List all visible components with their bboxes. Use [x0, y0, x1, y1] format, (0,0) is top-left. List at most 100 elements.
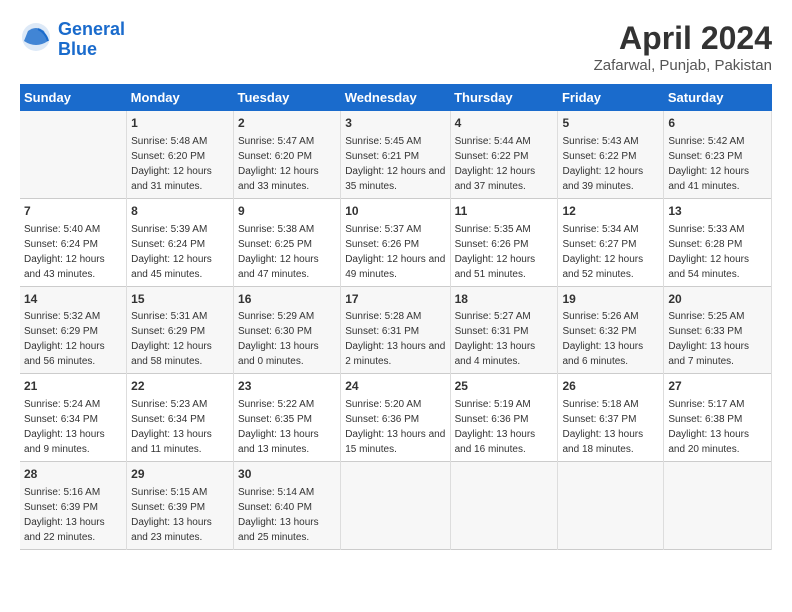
calendar-cell: 1 Sunrise: 5:48 AMSunset: 6:20 PMDaylight… — [127, 111, 234, 198]
calendar-cell: 27 Sunrise: 5:17 AMSunset: 6:38 PMDayligh… — [664, 374, 772, 462]
calendar-cell: 18 Sunrise: 5:27 AMSunset: 6:31 PMDayligh… — [450, 286, 558, 374]
day-number: 27 — [668, 378, 767, 395]
calendar-cell: 22 Sunrise: 5:23 AMSunset: 6:34 PMDayligh… — [127, 374, 234, 462]
calendar-cell: 7Sunrise: 5:40 AMSunset: 6:24 PMDaylight… — [20, 198, 127, 286]
cell-content: Sunrise: 5:33 AMSunset: 6:28 PMDaylight:… — [668, 224, 749, 280]
calendar-cell: 6 Sunrise: 5:42 AMSunset: 6:23 PMDaylight… — [664, 111, 772, 198]
cell-content: Sunrise: 5:22 AMSunset: 6:35 PMDaylight:… — [238, 399, 319, 455]
cell-content: Sunrise: 5:45 AMSunset: 6:21 PMDaylight:… — [345, 136, 445, 192]
calendar-cell: 17 Sunrise: 5:28 AMSunset: 6:31 PMDayligh… — [341, 286, 450, 374]
header-row: SundayMondayTuesdayWednesdayThursdayFrid… — [20, 84, 772, 111]
calendar-cell — [341, 462, 450, 550]
calendar-cell: 30 Sunrise: 5:14 AMSunset: 6:40 PMDayligh… — [234, 462, 341, 550]
cell-content: Sunrise: 5:29 AMSunset: 6:30 PMDaylight:… — [238, 311, 319, 367]
day-number: 25 — [455, 378, 554, 395]
day-number: 24 — [345, 378, 445, 395]
title-area: April 2024 Zafarwal, Punjab, Pakistan — [594, 20, 772, 74]
cell-content: Sunrise: 5:27 AMSunset: 6:31 PMDaylight:… — [455, 311, 536, 367]
day-number: 2 — [238, 115, 336, 132]
location: Zafarwal, Punjab, Pakistan — [594, 57, 772, 74]
cell-content: Sunrise: 5:20 AMSunset: 6:36 PMDaylight:… — [345, 399, 445, 455]
calendar-cell — [558, 462, 664, 550]
day-number: 29 — [131, 466, 229, 483]
cell-content: Sunrise: 5:28 AMSunset: 6:31 PMDaylight:… — [345, 311, 445, 367]
day-number: 28 — [24, 466, 122, 483]
day-number: 7 — [24, 203, 122, 220]
calendar-cell: 11 Sunrise: 5:35 AMSunset: 6:26 PMDayligh… — [450, 198, 558, 286]
day-number: 26 — [562, 378, 659, 395]
day-number: 14 — [24, 291, 122, 308]
cell-content: Sunrise: 5:47 AMSunset: 6:20 PMDaylight:… — [238, 136, 319, 192]
day-number: 17 — [345, 291, 445, 308]
day-number: 12 — [562, 203, 659, 220]
header-day-friday: Friday — [558, 84, 664, 111]
day-number: 11 — [455, 203, 554, 220]
day-number: 5 — [562, 115, 659, 132]
header-day-thursday: Thursday — [450, 84, 558, 111]
calendar-cell: 23Sunrise: 5:22 AMSunset: 6:35 PMDayligh… — [234, 374, 341, 462]
calendar-cell: 8 Sunrise: 5:39 AMSunset: 6:24 PMDaylight… — [127, 198, 234, 286]
logo: General Blue — [20, 20, 125, 60]
cell-content: Sunrise: 5:19 AMSunset: 6:36 PMDaylight:… — [455, 399, 536, 455]
cell-content: Sunrise: 5:32 AMSunset: 6:29 PMDaylight:… — [24, 311, 105, 367]
calendar-cell — [20, 111, 127, 198]
day-number: 4 — [455, 115, 554, 132]
cell-content: Sunrise: 5:16 AMSunset: 6:39 PMDaylight:… — [24, 487, 105, 543]
page-header: General Blue April 2024 Zafarwal, Punjab… — [20, 20, 772, 74]
cell-content: Sunrise: 5:14 AMSunset: 6:40 PMDaylight:… — [238, 487, 319, 543]
logo-line1: General — [58, 19, 125, 39]
header-day-monday: Monday — [127, 84, 234, 111]
cell-content: Sunrise: 5:39 AMSunset: 6:24 PMDaylight:… — [131, 224, 212, 280]
day-number: 30 — [238, 466, 336, 483]
calendar-cell: 9 Sunrise: 5:38 AMSunset: 6:25 PMDaylight… — [234, 198, 341, 286]
day-number: 22 — [131, 378, 229, 395]
week-row-3: 14 Sunrise: 5:32 AMSunset: 6:29 PMDayligh… — [20, 286, 772, 374]
calendar-cell — [664, 462, 772, 550]
header-day-wednesday: Wednesday — [341, 84, 450, 111]
day-number: 13 — [668, 203, 767, 220]
calendar-cell: 3Sunrise: 5:45 AMSunset: 6:21 PMDaylight… — [341, 111, 450, 198]
day-number: 10 — [345, 203, 445, 220]
calendar-cell: 16Sunrise: 5:29 AMSunset: 6:30 PMDayligh… — [234, 286, 341, 374]
calendar-cell: 2 Sunrise: 5:47 AMSunset: 6:20 PMDaylight… — [234, 111, 341, 198]
day-number: 1 — [131, 115, 229, 132]
week-row-2: 7Sunrise: 5:40 AMSunset: 6:24 PMDaylight… — [20, 198, 772, 286]
calendar-cell: 14 Sunrise: 5:32 AMSunset: 6:29 PMDayligh… — [20, 286, 127, 374]
calendar-cell — [450, 462, 558, 550]
header-day-saturday: Saturday — [664, 84, 772, 111]
header-day-tuesday: Tuesday — [234, 84, 341, 111]
day-number: 9 — [238, 203, 336, 220]
week-row-4: 21Sunrise: 5:24 AMSunset: 6:34 PMDayligh… — [20, 374, 772, 462]
cell-content: Sunrise: 5:34 AMSunset: 6:27 PMDaylight:… — [562, 224, 643, 280]
week-row-1: 1 Sunrise: 5:48 AMSunset: 6:20 PMDaylight… — [20, 111, 772, 198]
week-row-5: 28 Sunrise: 5:16 AMSunset: 6:39 PMDayligh… — [20, 462, 772, 550]
calendar-cell: 21Sunrise: 5:24 AMSunset: 6:34 PMDayligh… — [20, 374, 127, 462]
day-number: 6 — [668, 115, 767, 132]
calendar-cell: 24 Sunrise: 5:20 AMSunset: 6:36 PMDayligh… — [341, 374, 450, 462]
calendar-table: SundayMondayTuesdayWednesdayThursdayFrid… — [20, 84, 772, 550]
calendar-cell: 26Sunrise: 5:18 AMSunset: 6:37 PMDayligh… — [558, 374, 664, 462]
cell-content: Sunrise: 5:38 AMSunset: 6:25 PMDaylight:… — [238, 224, 319, 280]
calendar-cell: 12 Sunrise: 5:34 AMSunset: 6:27 PMDayligh… — [558, 198, 664, 286]
logo-line2: Blue — [58, 39, 97, 59]
cell-content: Sunrise: 5:35 AMSunset: 6:26 PMDaylight:… — [455, 224, 536, 280]
day-number: 18 — [455, 291, 554, 308]
cell-content: Sunrise: 5:15 AMSunset: 6:39 PMDaylight:… — [131, 487, 212, 543]
calendar-cell: 28 Sunrise: 5:16 AMSunset: 6:39 PMDayligh… — [20, 462, 127, 550]
cell-content: Sunrise: 5:24 AMSunset: 6:34 PMDaylight:… — [24, 399, 105, 455]
calendar-cell: 29 Sunrise: 5:15 AMSunset: 6:39 PMDayligh… — [127, 462, 234, 550]
day-number: 8 — [131, 203, 229, 220]
cell-content: Sunrise: 5:17 AMSunset: 6:38 PMDaylight:… — [668, 399, 749, 455]
cell-content: Sunrise: 5:48 AMSunset: 6:20 PMDaylight:… — [131, 136, 212, 192]
calendar-cell: 13 Sunrise: 5:33 AMSunset: 6:28 PMDayligh… — [664, 198, 772, 286]
cell-content: Sunrise: 5:25 AMSunset: 6:33 PMDaylight:… — [668, 311, 749, 367]
cell-content: Sunrise: 5:23 AMSunset: 6:34 PMDaylight:… — [131, 399, 212, 455]
cell-content: Sunrise: 5:37 AMSunset: 6:26 PMDaylight:… — [345, 224, 445, 280]
logo-text: General Blue — [58, 20, 125, 60]
cell-content: Sunrise: 5:26 AMSunset: 6:32 PMDaylight:… — [562, 311, 643, 367]
cell-content: Sunrise: 5:43 AMSunset: 6:22 PMDaylight:… — [562, 136, 643, 192]
calendar-cell: 19 Sunrise: 5:26 AMSunset: 6:32 PMDayligh… — [558, 286, 664, 374]
cell-content: Sunrise: 5:31 AMSunset: 6:29 PMDaylight:… — [131, 311, 212, 367]
day-number: 19 — [562, 291, 659, 308]
cell-content: Sunrise: 5:42 AMSunset: 6:23 PMDaylight:… — [668, 136, 749, 192]
